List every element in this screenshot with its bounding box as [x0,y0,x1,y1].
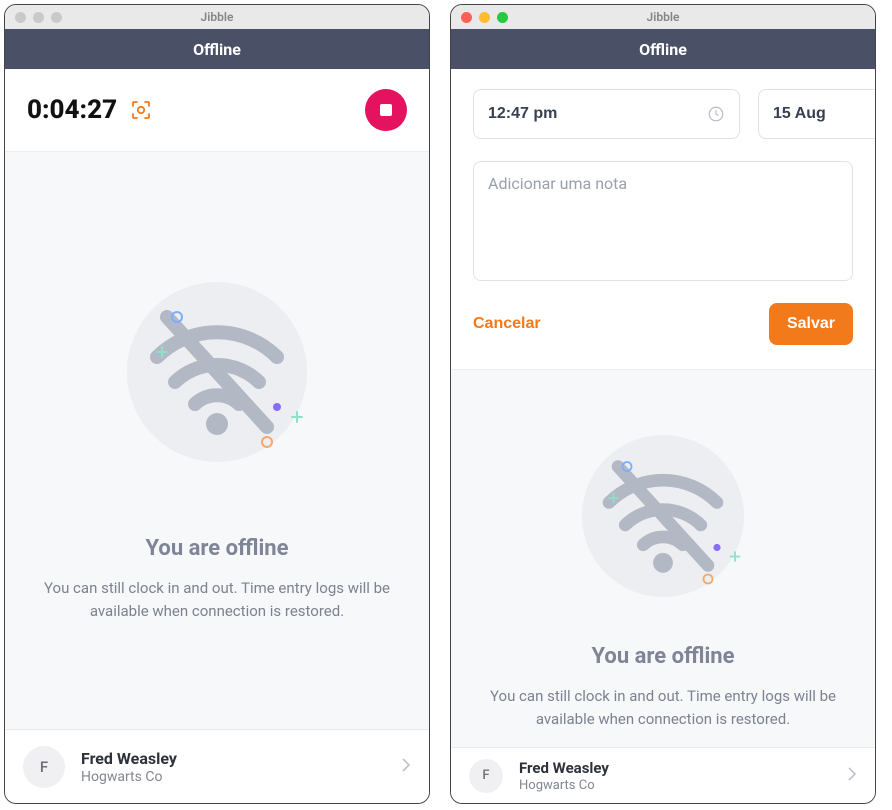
avatar: F [23,746,65,788]
user-info: Fred Weasley Hogwarts Co [519,759,847,793]
window-minimize-button[interactable] [33,12,44,23]
offline-panel: You are offline You can still clock in a… [451,369,875,747]
entry-form: Cancelar Salvar [451,69,875,369]
face-detect-icon [129,98,153,122]
user-name: Fred Weasley [519,759,847,777]
window-close-button[interactable] [15,12,26,23]
save-button[interactable]: Salvar [769,303,853,345]
right-window: Jibble Offline Cancelar Salvar [450,4,876,804]
timer-row: 0:04:27 [5,69,429,151]
offline-heading: You are offline [591,644,734,669]
status-label: Offline [193,40,241,59]
user-name: Fred Weasley [81,749,401,768]
status-bar: Offline [451,29,875,69]
chevron-right-icon [401,757,411,777]
clock-icon [707,105,725,123]
date-input-wrap[interactable] [758,89,876,139]
left-window: Jibble Offline 0:04:27 You are offline Y… [4,4,430,804]
titlebar: Jibble [451,5,875,29]
avatar: F [469,759,503,793]
note-input[interactable] [488,174,838,268]
window-zoom-button[interactable] [497,12,508,23]
titlebar: Jibble [5,5,429,29]
offline-description: You can still clock in and out. Time ent… [483,685,843,732]
note-input-wrap[interactable] [473,161,853,281]
date-input[interactable] [773,105,876,123]
user-footer[interactable]: F Fred Weasley Hogwarts Co [451,747,875,803]
time-input[interactable] [488,105,707,123]
window-title: Jibble [5,10,429,24]
stop-button[interactable] [365,89,407,131]
status-bar: Offline [5,29,429,69]
window-close-button[interactable] [461,12,472,23]
user-company: Hogwarts Co [81,769,401,785]
timer-value: 0:04:27 [27,95,117,125]
user-info: Fred Weasley Hogwarts Co [81,749,401,785]
offline-illustration [117,272,317,476]
cancel-button[interactable]: Cancelar [473,315,541,333]
offline-description: You can still clock in and out. Time ent… [37,577,397,624]
window-minimize-button[interactable] [479,12,490,23]
window-title: Jibble [451,10,875,24]
chevron-right-icon [847,766,857,786]
stop-icon [380,104,392,116]
status-label: Offline [639,40,687,59]
user-company: Hogwarts Co [519,778,847,793]
window-zoom-button[interactable] [51,12,62,23]
offline-heading: You are offline [145,536,288,561]
offline-illustration [573,426,753,610]
user-footer[interactable]: F Fred Weasley Hogwarts Co [5,729,429,803]
time-input-wrap[interactable] [473,89,740,139]
offline-panel: You are offline You can still clock in a… [5,151,429,729]
